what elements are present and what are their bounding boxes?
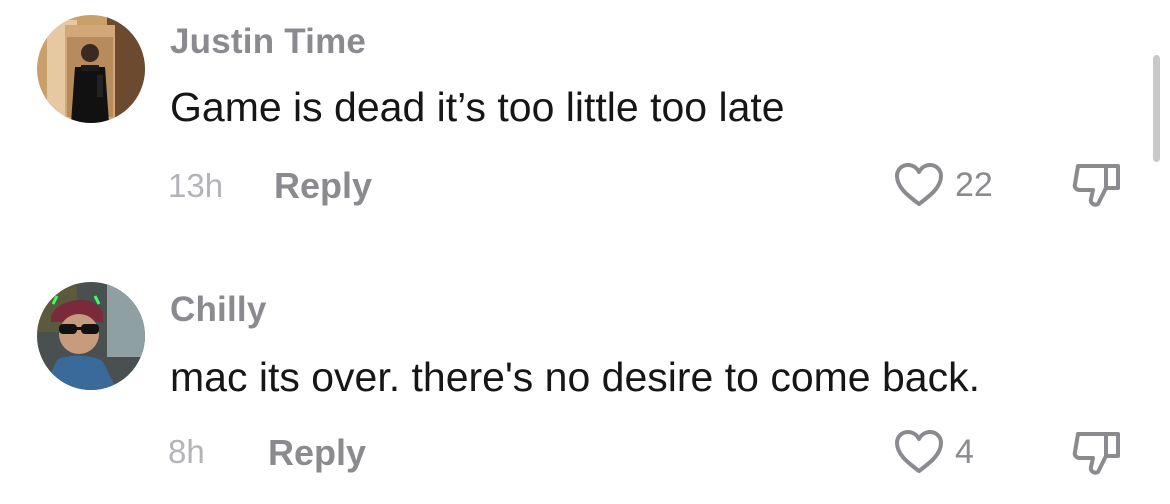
dislike-button[interactable]	[1070, 160, 1126, 215]
comment-username[interactable]: Chilly	[170, 290, 267, 330]
comment-text: Game is dead it’s too little too late	[170, 84, 785, 130]
avatar-image	[37, 15, 145, 123]
comment-timestamp: 13h	[168, 167, 224, 204]
thumbs-down-outline-icon	[1072, 164, 1120, 207]
thumbs-down-outline-icon	[1072, 432, 1120, 475]
comment-item: Chilly mac its over. there's no desire t…	[0, 270, 1170, 504]
comment-item: Justin Time Game is dead it’s too little…	[0, 0, 1170, 252]
comment-text: mac its over. there's no desire to come …	[170, 354, 980, 400]
like-count: 4	[955, 432, 974, 471]
like-count: 22	[955, 165, 993, 204]
like-button[interactable]: 22	[893, 162, 993, 208]
reply-button[interactable]: Reply	[274, 165, 372, 207]
avatar-image	[37, 282, 145, 390]
heart-outline-icon	[895, 430, 943, 473]
reply-button[interactable]: Reply	[268, 432, 366, 474]
dislike-button[interactable]	[1070, 428, 1126, 483]
comment-username[interactable]: Justin Time	[170, 22, 366, 62]
avatar[interactable]	[37, 282, 145, 390]
like-button[interactable]: 4	[893, 429, 974, 475]
avatar[interactable]	[37, 15, 145, 123]
comment-timestamp: 8h	[168, 433, 205, 470]
heart-outline-icon	[895, 163, 943, 206]
